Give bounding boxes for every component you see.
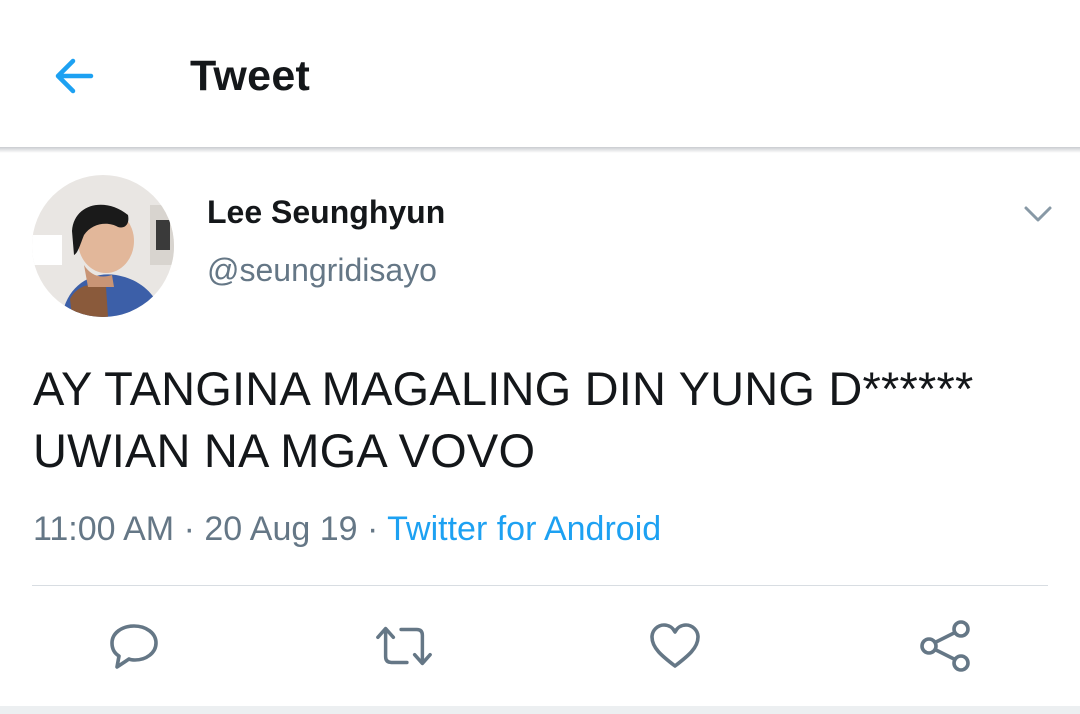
- retweet-icon: [376, 626, 432, 666]
- tweet-options-button[interactable]: [1018, 196, 1058, 232]
- page-title: Tweet: [190, 52, 311, 100]
- tweet-source-link[interactable]: Twitter for Android: [387, 510, 661, 548]
- share-icon: [920, 620, 970, 672]
- tweet-time: 11:00 AM: [33, 510, 175, 548]
- meta-separator: ·: [183, 510, 195, 548]
- top-app-bar: Tweet: [0, 0, 1080, 147]
- back-button[interactable]: [44, 48, 104, 104]
- arrow-left-icon: [55, 58, 94, 94]
- like-icon: [650, 623, 700, 668]
- bottom-divider: [0, 706, 1080, 714]
- like-button[interactable]: [645, 616, 705, 676]
- share-button[interactable]: [915, 616, 975, 676]
- reply-button[interactable]: [104, 616, 164, 676]
- avatar-photo: [32, 175, 174, 317]
- tweet-text-line: AY TANGINA MAGALING DIN YUNG D******: [33, 362, 974, 415]
- avatar[interactable]: [32, 175, 174, 317]
- tweet-date: 20 Aug 19: [204, 510, 358, 548]
- tweet-metadata: 11:00 AM · 20 Aug 19 · Twitter for Andro…: [33, 507, 661, 551]
- reply-icon: [110, 624, 158, 669]
- tweet-text-line: UWIAN NA MGA VOVO: [33, 424, 536, 477]
- retweet-button[interactable]: [374, 616, 434, 676]
- tweet-text: AY TANGINA MAGALING DIN YUNG D****** UWI…: [33, 358, 1043, 482]
- author-handle[interactable]: @seungridisayo: [207, 250, 437, 290]
- chevron-down-icon: [1024, 206, 1052, 222]
- author-display-name[interactable]: Lee Seunghyun: [207, 192, 445, 232]
- actions-divider: [32, 585, 1048, 586]
- header-divider: [0, 147, 1080, 153]
- meta-separator: ·: [366, 510, 379, 548]
